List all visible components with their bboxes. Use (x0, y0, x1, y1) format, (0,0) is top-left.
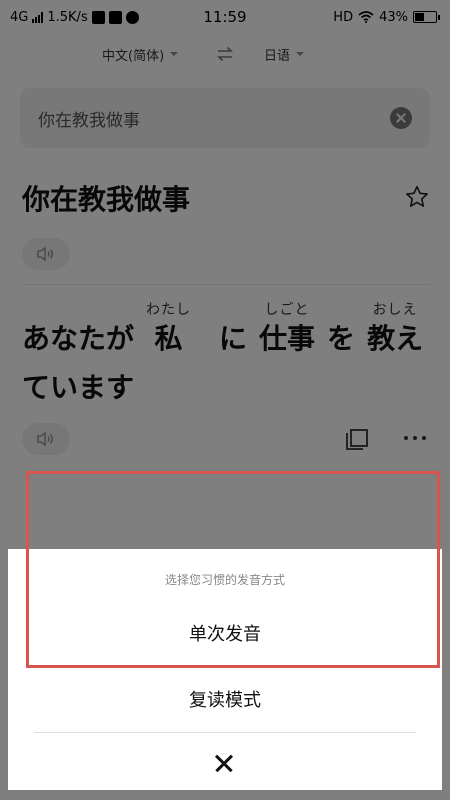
repeat-mode-option[interactable]: 复读模式 (8, 683, 442, 719)
divider (34, 732, 416, 733)
close-icon[interactable] (213, 752, 235, 774)
highlight-annotation (26, 471, 440, 668)
